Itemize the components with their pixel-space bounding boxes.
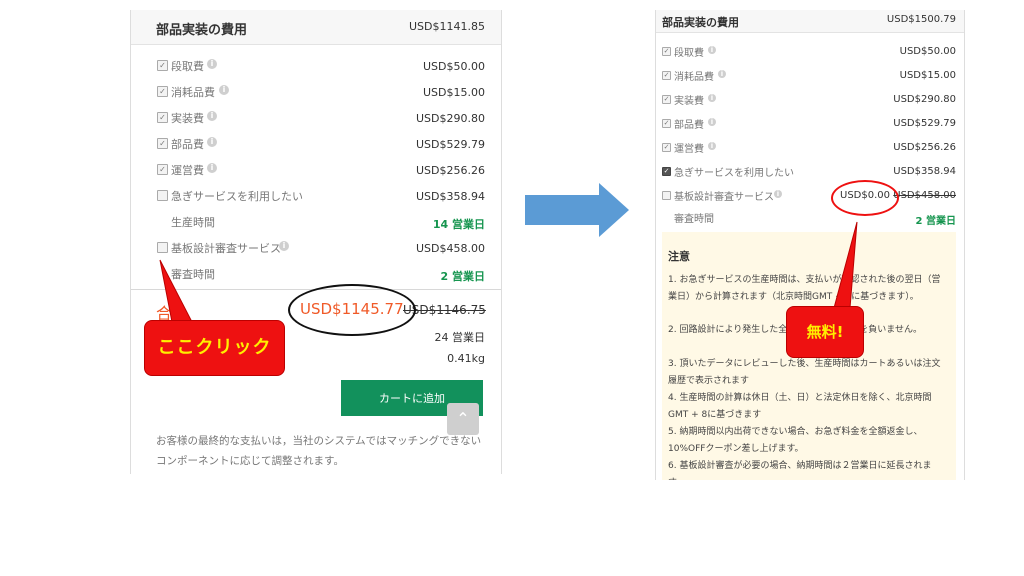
row-setup: ✓ 段取費 i USD$50.00 (131, 56, 501, 78)
panel-title: 部品実装の費用 (662, 16, 739, 29)
row-value: USD$50.00 (899, 46, 956, 57)
row-label: 段取費 (674, 48, 704, 59)
row-rush-service: 急ぎサービスを利用したい USD$358.94 (131, 186, 501, 208)
row-label: 段取費 (171, 60, 204, 73)
review-days: 2 営業日 (915, 216, 956, 227)
notice-item: 5. 納期時間以内出荷できない場合、お急ぎ料金を全額返金し、10%OFFクーポン… (668, 427, 923, 454)
parts-checkbox[interactable]: ✓ (662, 119, 671, 128)
click-here-callout: ここクリック (144, 320, 285, 376)
design-review-checkbox[interactable] (157, 242, 168, 253)
header-price: USD$1141.85 (409, 20, 485, 33)
row-value: USD$290.80 (416, 112, 485, 125)
row-label: 消耗品費 (674, 72, 714, 83)
consumables-checkbox[interactable]: ✓ (157, 86, 168, 97)
row-value: USD$15.00 (899, 70, 956, 81)
info-icon[interactable]: i (708, 142, 716, 150)
info-icon[interactable]: i (708, 118, 716, 126)
row-label: 部品費 (171, 138, 204, 151)
row-value: USD$50.00 (423, 60, 485, 73)
row-label: 消耗品費 (171, 86, 215, 99)
row-assembly: ✓ 実装費 i USD$290.80 (656, 91, 964, 113)
row-review-time: 審査時間 2 営業日 (656, 209, 964, 231)
original-price: USD$458.00 (893, 190, 956, 201)
production-days: 14 営業日 (432, 218, 485, 231)
row-label: 実装費 (674, 96, 704, 107)
panel-title: 部品実装の費用 (156, 23, 248, 38)
assembly-checkbox[interactable]: ✓ (157, 112, 168, 123)
row-label: 生産時間 (171, 216, 215, 229)
right-cost-panel: 部品実装の費用 USD$1500.79 ✓ 段取費 i USD$50.00 ✓ … (655, 10, 965, 480)
left-cost-panel: 部品実装の費用 USD$1141.85 ✓ 段取費 i USD$50.00 ✓ … (130, 10, 502, 474)
row-value: USD$458.00 (416, 242, 485, 255)
payment-note: お客様の最終的な支払いは，当社のシステムではマッチングできないコンポーネントに応… (156, 435, 482, 467)
consumables-checkbox[interactable]: ✓ (662, 71, 671, 80)
row-value: USD$290.80 (893, 94, 956, 105)
row-label: 急ぎサービスを利用したい (171, 190, 303, 203)
info-icon[interactable]: i (207, 137, 217, 147)
row-label: 実装費 (171, 112, 204, 125)
row-design-review: 基板設計審査サービス i USD$0.00 USD$458.00 (656, 187, 964, 209)
notice-item: 4. 生産時間の計算は休日（土、日）と法定休日を除く、北京時間GMT + 8に基… (668, 393, 932, 420)
row-label: 運営費 (171, 164, 204, 177)
info-icon[interactable]: i (207, 59, 217, 69)
operation-checkbox[interactable]: ✓ (157, 164, 168, 175)
setup-checkbox[interactable]: ✓ (157, 60, 168, 71)
design-review-checkbox[interactable] (662, 191, 671, 200)
panel-header: 部品実装の費用 USD$1141.85 (131, 10, 501, 45)
info-icon[interactable]: i (219, 85, 229, 95)
row-value: USD$256.26 (893, 142, 956, 153)
free-callout: 無料! (786, 306, 864, 358)
row-operation: ✓ 運営費 i USD$256.26 (656, 139, 964, 161)
row-label: 審査時間 (171, 268, 215, 281)
info-icon[interactable]: i (718, 70, 726, 78)
operation-checkbox[interactable]: ✓ (662, 143, 671, 152)
rush-service-checkbox[interactable]: ✓ (662, 167, 671, 176)
info-icon[interactable]: i (774, 190, 782, 198)
info-icon[interactable]: i (708, 94, 716, 102)
row-design-review: 基板設計審査サービス i USD$458.00 (131, 238, 501, 260)
row-label: 基板設計審査サービス (674, 192, 774, 203)
header-price: USD$1500.79 (886, 14, 956, 25)
info-icon[interactable]: i (708, 46, 716, 54)
parts-checkbox[interactable]: ✓ (157, 138, 168, 149)
arrow-right-icon (525, 183, 629, 237)
assembly-checkbox[interactable]: ✓ (662, 95, 671, 104)
row-setup: ✓ 段取費 i USD$50.00 (656, 43, 964, 65)
row-parts: ✓ 部品費 i USD$529.79 (131, 134, 501, 156)
row-consumables: ✓ 消耗品費 i USD$15.00 (656, 67, 964, 89)
row-value: USD$529.79 (416, 138, 485, 151)
review-days: 2 営業日 (440, 270, 485, 283)
row-production-time: 生産時間 14 営業日 (131, 212, 501, 234)
notice-item: 3. 頂いたデータにレビューした後、生産時間はカートあるいは注文履歴で表示されま… (668, 359, 941, 386)
row-value: USD$15.00 (423, 86, 485, 99)
weight: 0.41kg (447, 352, 485, 365)
row-label: 運営費 (674, 144, 704, 155)
row-rush-service: ✓ 急ぎサービスを利用したい USD$358.94 (656, 163, 964, 185)
row-value: USD$529.79 (893, 118, 956, 129)
row-label: 基板設計審査サービス (171, 242, 281, 255)
row-assembly: ✓ 実装費 i USD$290.80 (131, 108, 501, 130)
notice-title: 注意 (668, 250, 690, 263)
row-value: USD$256.26 (416, 164, 485, 177)
info-icon[interactable]: i (207, 163, 217, 173)
row-operation: ✓ 運営費 i USD$256.26 (131, 160, 501, 182)
row-consumables: ✓ 消耗品費 i USD$15.00 (131, 82, 501, 104)
info-icon[interactable]: i (279, 241, 289, 251)
notice-item: 6. 基板設計審査が必要の場合、納期時間は２営業日に延長されます。 (668, 461, 932, 480)
highlight-ellipse (831, 180, 899, 216)
panel-header: 部品実装の費用 USD$1500.79 (656, 10, 964, 33)
info-icon[interactable]: i (207, 111, 217, 121)
row-label: 審査時間 (674, 214, 714, 225)
row-label: 部品費 (674, 120, 704, 131)
setup-checkbox[interactable]: ✓ (662, 47, 671, 56)
highlight-ellipse (288, 284, 416, 336)
row-value: USD$358.94 (893, 166, 956, 177)
row-value: USD$358.94 (416, 190, 485, 203)
rush-service-checkbox[interactable] (157, 190, 168, 201)
row-parts: ✓ 部品費 i USD$529.79 (656, 115, 964, 137)
notice-item: 1. お急ぎサービスの生産時間は、支払いが確認された後の翌日（営業日）から計算さ… (668, 275, 941, 302)
row-label: 急ぎサービスを利用したい (674, 168, 794, 179)
lead-time: 24 営業日 (434, 331, 486, 344)
row-review-time: 審査時間 2 営業日 (131, 264, 501, 286)
